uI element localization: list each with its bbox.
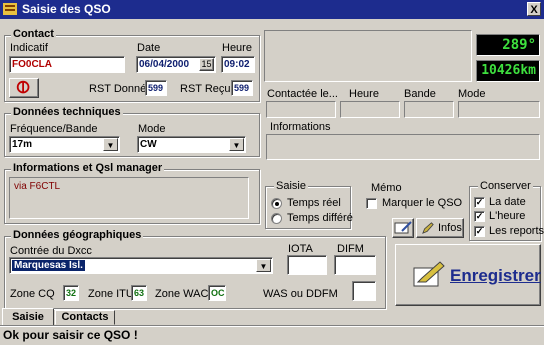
close-button[interactable]: X bbox=[527, 2, 541, 16]
was-input[interactable] bbox=[352, 281, 376, 301]
indicatif-label: Indicatif bbox=[10, 42, 48, 54]
col-heure: Heure bbox=[349, 88, 379, 100]
marquer-qso-label[interactable]: Marquer le QSO bbox=[382, 197, 462, 209]
date-spin-button[interactable]: 15 bbox=[199, 58, 214, 71]
zone-cq-label: Zone CQ bbox=[10, 288, 55, 300]
infos-button[interactable]: Infos bbox=[416, 218, 464, 238]
zone-itu-input[interactable]: 63 bbox=[131, 285, 147, 301]
tab-contacts[interactable]: Contacts bbox=[55, 310, 115, 325]
frequence-select[interactable]: 17m ▼ bbox=[9, 136, 120, 153]
date-label: Date bbox=[137, 42, 161, 54]
les-reports-label[interactable]: Les reports bbox=[489, 225, 544, 237]
l-heure-label[interactable]: L'heure bbox=[489, 210, 525, 222]
contact-group-title: Contact bbox=[11, 28, 56, 40]
contree-select[interactable]: Marquesas Isl. ▼ bbox=[9, 257, 273, 274]
rst-donne-label: RST Donné bbox=[89, 83, 147, 95]
les-reports-checkbox[interactable]: ✓ bbox=[474, 226, 485, 237]
temps-differe-radio[interactable] bbox=[271, 213, 282, 224]
infos-qsl-group-title: Informations et Qsl manager bbox=[11, 162, 165, 174]
frequence-value: 17m bbox=[12, 139, 33, 150]
history-heure-cell bbox=[340, 101, 400, 118]
saisie-group-title: Saisie bbox=[274, 180, 308, 192]
rst-donne-input[interactable]: 599 bbox=[145, 80, 167, 96]
contree-value: Marquesas Isl. bbox=[12, 260, 85, 271]
mode-value: CW bbox=[140, 139, 157, 150]
write-icon bbox=[413, 261, 445, 287]
conserver-group-title: Conserver bbox=[478, 180, 533, 192]
temps-reel-label[interactable]: Temps réel bbox=[287, 197, 341, 209]
map-panel bbox=[264, 30, 472, 82]
col-bande: Bande bbox=[404, 88, 436, 100]
iota-label: IOTA bbox=[288, 243, 313, 255]
temps-differe-label[interactable]: Temps différé bbox=[287, 212, 353, 224]
infos-qsl-textarea[interactable]: via F6CTL bbox=[9, 177, 249, 219]
window-titlebar[interactable]: Saisie des QSO X bbox=[0, 0, 544, 19]
enregistrer-button[interactable]: Enregistrer bbox=[395, 244, 541, 306]
zone-wac-label: Zone WAC bbox=[155, 288, 209, 300]
iota-input[interactable] bbox=[287, 255, 327, 275]
mode-select[interactable]: CW ▼ bbox=[137, 136, 246, 153]
enregistrer-label: Enregistrer bbox=[450, 266, 541, 285]
chevron-down-icon[interactable]: ▼ bbox=[256, 259, 271, 272]
was-label: WAS ou DDFM bbox=[263, 288, 338, 300]
indicatif-input[interactable]: FO0CLA bbox=[9, 56, 125, 73]
mode-label: Mode bbox=[138, 123, 166, 135]
chevron-down-icon[interactable]: ▼ bbox=[229, 138, 244, 151]
pen-icon bbox=[422, 222, 434, 234]
difm-input[interactable] bbox=[334, 255, 376, 275]
rst-recu-input[interactable]: 599 bbox=[231, 80, 253, 96]
col-mode: Mode bbox=[458, 88, 486, 100]
la-date-label[interactable]: La date bbox=[489, 196, 526, 208]
infos-qsl-text: via F6CTL bbox=[14, 181, 61, 192]
lookup-button[interactable] bbox=[9, 78, 39, 98]
col-contactee: Contactée le... bbox=[267, 88, 338, 100]
window-title: Saisie des QSO bbox=[22, 2, 111, 16]
history-contactee-cell bbox=[266, 101, 336, 118]
l-heure-checkbox[interactable]: ✓ bbox=[474, 211, 485, 222]
history-mode-cell bbox=[458, 101, 540, 118]
lookup-icon bbox=[16, 80, 30, 94]
temps-reel-radio[interactable] bbox=[271, 198, 282, 209]
infos-button-label: Infos bbox=[438, 222, 462, 234]
zone-wac-input[interactable]: OC bbox=[208, 285, 226, 301]
qsl-card-icon bbox=[394, 221, 412, 234]
distance-display: 10426km bbox=[476, 60, 540, 82]
status-bar: Ok pour saisir ce QSO ! bbox=[0, 325, 544, 345]
difm-label: DIFM bbox=[337, 243, 364, 255]
zone-itu-label: Zone ITU bbox=[88, 288, 134, 300]
zone-cq-input[interactable]: 32 bbox=[63, 285, 79, 301]
tab-saisie[interactable]: Saisie bbox=[2, 308, 54, 326]
chevron-down-icon[interactable]: ▼ bbox=[103, 138, 118, 151]
heure-input[interactable]: 09:02 bbox=[221, 56, 255, 73]
azimuth-display: 289° bbox=[476, 34, 540, 56]
card-button[interactable] bbox=[392, 218, 414, 238]
memo-title: Mémo bbox=[371, 182, 402, 194]
rst-recu-label: RST Reçu bbox=[180, 83, 231, 95]
informations-label: Informations bbox=[270, 121, 331, 133]
history-bande-cell bbox=[404, 101, 454, 118]
marquer-qso-checkbox[interactable] bbox=[366, 198, 377, 209]
la-date-checkbox[interactable]: ✓ bbox=[474, 197, 485, 208]
informations-panel bbox=[266, 134, 540, 160]
geo-group-title: Données géographiques bbox=[11, 229, 144, 241]
frequence-label: Fréquence/Bande bbox=[10, 123, 98, 135]
contree-label: Contrée du Dxcc bbox=[10, 245, 92, 257]
app-icon bbox=[3, 3, 17, 15]
techniques-group-title: Données techniques bbox=[11, 106, 123, 118]
heure-label: Heure bbox=[222, 42, 252, 54]
